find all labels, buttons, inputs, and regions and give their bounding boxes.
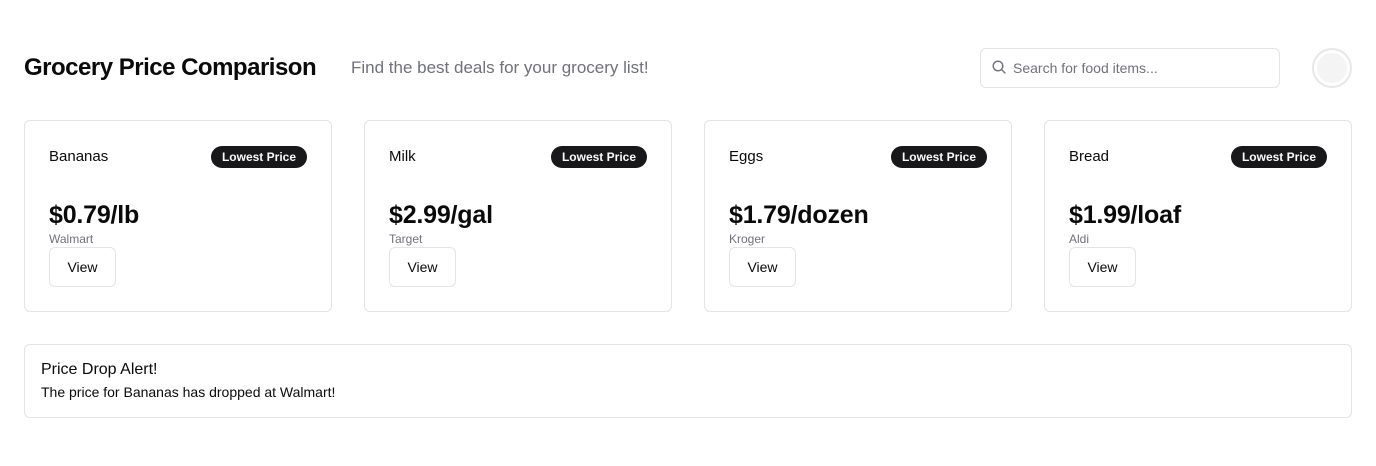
product-price: $1.99/loaf <box>1069 201 1181 229</box>
product-name: Eggs <box>729 148 764 165</box>
product-name: Bananas <box>49 148 109 165</box>
product-price: $0.79/lb <box>49 201 140 229</box>
view-button[interactable]: View <box>1069 247 1136 287</box>
lowest-price-badge: Lowest Price <box>1230 146 1327 168</box>
product-card-milk: Milk Lowest Price $2.99/gal Target View <box>364 120 672 312</box>
search-box[interactable] <box>980 48 1280 88</box>
store-name: Target <box>389 232 423 246</box>
price-drop-alert: Price Drop Alert! The price for Bananas … <box>24 344 1352 418</box>
product-cards: Bananas Lowest Price $0.79/lb Walmart Vi… <box>24 120 1352 312</box>
product-card-bread: Bread Lowest Price $1.99/loaf Aldi View <box>1044 120 1352 312</box>
product-card-bananas: Bananas Lowest Price $0.79/lb Walmart Vi… <box>24 120 332 312</box>
lowest-price-badge: Lowest Price <box>890 146 987 168</box>
view-button[interactable]: View <box>49 247 116 287</box>
store-name: Kroger <box>729 232 766 246</box>
product-name: Bread <box>1069 148 1110 165</box>
page-title: Grocery Price Comparison <box>24 54 317 81</box>
store-name: Walmart <box>49 232 94 246</box>
store-name: Aldi <box>1069 232 1090 246</box>
lowest-price-badge: Lowest Price <box>550 146 647 168</box>
view-button[interactable]: View <box>389 247 456 287</box>
product-price: $1.79/dozen <box>729 201 869 229</box>
search-icon <box>992 60 1006 74</box>
lowest-price-badge: Lowest Price <box>210 146 307 168</box>
product-name: Milk <box>389 148 416 165</box>
search-input[interactable] <box>1013 50 1273 86</box>
alert-message: The price for Bananas has dropped at Wal… <box>41 384 336 400</box>
product-price: $2.99/gal <box>389 201 493 229</box>
page-subtitle: Find the best deals for your grocery lis… <box>351 58 649 77</box>
alert-title: Price Drop Alert! <box>41 361 158 378</box>
product-card-eggs: Eggs Lowest Price $1.79/dozen Kroger Vie… <box>704 120 1012 312</box>
avatar[interactable] <box>1312 48 1352 88</box>
view-button[interactable]: View <box>729 247 796 287</box>
header: Grocery Price Comparison Find the best d… <box>24 48 1352 88</box>
